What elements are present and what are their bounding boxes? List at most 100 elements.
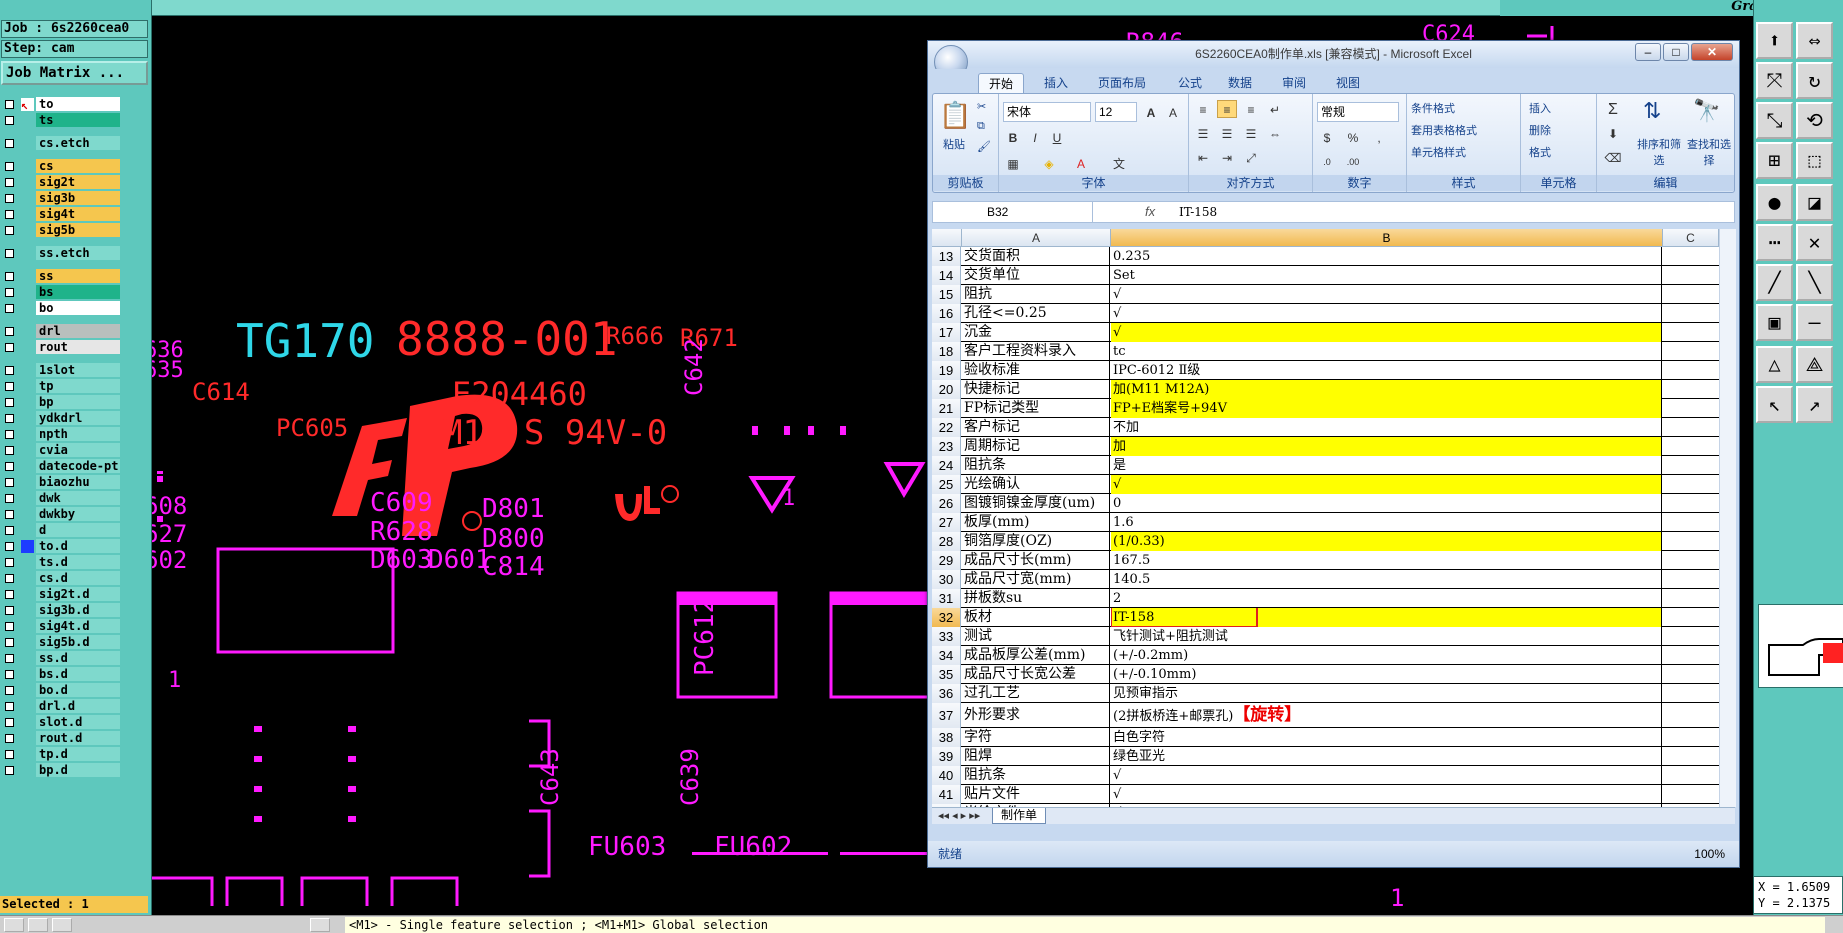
- sheet-tab[interactable]: 制作单: [992, 808, 1047, 824]
- layer-name[interactable]: npth: [36, 427, 120, 441]
- tool-button[interactable]: ⤧: [1756, 62, 1793, 99]
- toolbar-button-4[interactable]: [310, 918, 330, 932]
- cell-b[interactable]: 167.5: [1111, 551, 1662, 570]
- layer-row[interactable]: sig2t: [2, 175, 120, 190]
- layer-row[interactable]: npth: [2, 427, 120, 442]
- cell-c[interactable]: [1663, 665, 1719, 684]
- cell-b[interactable]: √: [1111, 785, 1662, 804]
- layer-checkbox[interactable]: [5, 526, 14, 535]
- sheet-nav-icon[interactable]: ◂◂ ◂ ▸ ▸▸: [938, 809, 980, 822]
- layer-row[interactable]: bo: [2, 301, 120, 316]
- layer-row[interactable]: ↖ to: [2, 97, 120, 112]
- layer-name[interactable]: sig2t: [36, 175, 120, 189]
- layer-name[interactable]: to.d: [36, 539, 120, 553]
- layer-name[interactable]: bo: [36, 301, 120, 315]
- row-number[interactable]: 41: [932, 785, 961, 804]
- formula-input[interactable]: IT-158: [1179, 202, 1217, 222]
- layer-name[interactable]: rout: [36, 340, 120, 354]
- layer-row[interactable]: sig4t.d: [2, 619, 120, 634]
- layer-row[interactable]: biaozhu: [2, 475, 120, 490]
- cell-b[interactable]: √: [1111, 475, 1662, 494]
- cell-b[interactable]: (+/-0.2mm): [1111, 646, 1662, 665]
- grow-font-icon[interactable]: A: [1141, 103, 1161, 121]
- increase-decimal-icon[interactable]: .0: [1317, 152, 1337, 170]
- layer-row[interactable]: drl.d: [2, 699, 120, 714]
- cell-a[interactable]: 字符: [962, 728, 1110, 747]
- format-button[interactable]: 格式: [1529, 144, 1551, 160]
- layer-name[interactable]: sig5b: [36, 223, 120, 237]
- increase-indent-icon[interactable]: ⇥: [1217, 148, 1237, 166]
- row-number[interactable]: 36: [932, 684, 961, 703]
- layer-row[interactable]: sig3b.d: [2, 603, 120, 618]
- cell-c[interactable]: [1663, 323, 1719, 342]
- layer-checkbox[interactable]: [5, 210, 14, 219]
- layer-name[interactable]: ss.etch: [36, 246, 120, 260]
- layer-name[interactable]: sig4t.d: [36, 619, 120, 633]
- cell-b[interactable]: 不加: [1111, 418, 1662, 437]
- clear-icon[interactable]: ⌫: [1603, 148, 1623, 166]
- cut-icon[interactable]: ✂: [977, 100, 986, 113]
- row-number[interactable]: 19: [932, 361, 961, 380]
- layer-row[interactable]: sig4t: [2, 207, 120, 222]
- italic-icon[interactable]: I: [1025, 128, 1045, 146]
- cell-a[interactable]: 成品板厚公差(mm): [962, 646, 1110, 665]
- percent-icon[interactable]: %: [1343, 128, 1363, 146]
- layer-checkbox[interactable]: [5, 382, 14, 391]
- layer-row[interactable]: rout.d: [2, 731, 120, 746]
- layer-row[interactable]: bp.d: [2, 763, 120, 778]
- layer-checkbox[interactable]: [5, 414, 14, 423]
- row-number[interactable]: 20: [932, 380, 961, 399]
- row-number[interactable]: 27: [932, 513, 961, 532]
- cell-c[interactable]: [1663, 266, 1719, 285]
- board-preview[interactable]: [1758, 604, 1843, 688]
- cell-a[interactable]: 外形要求: [962, 703, 1110, 728]
- cell-c[interactable]: [1663, 532, 1719, 551]
- row-number[interactable]: 17: [932, 323, 961, 342]
- maximize-icon[interactable]: □: [1663, 43, 1689, 61]
- row-number[interactable]: 18: [932, 342, 961, 361]
- close-icon[interactable]: ✕: [1691, 43, 1733, 61]
- layer-row[interactable]: sig5b: [2, 223, 120, 238]
- row-number[interactable]: 33: [932, 627, 961, 646]
- layer-checkbox[interactable]: [5, 686, 14, 695]
- cell-a[interactable]: 过孔工艺: [962, 684, 1110, 703]
- layer-name[interactable]: cs.etch: [36, 136, 120, 150]
- cell-a[interactable]: 阻焊: [962, 747, 1110, 766]
- copy-icon[interactable]: ⧉: [977, 120, 985, 133]
- align-bottom-icon[interactable]: ≡: [1241, 100, 1261, 118]
- row-number[interactable]: 40: [932, 766, 961, 785]
- sort-filter-icon[interactable]: ⇅: [1643, 98, 1661, 124]
- fx-icon[interactable]: fx: [1145, 202, 1155, 222]
- layer-checkbox[interactable]: [5, 366, 14, 375]
- layer-checkbox[interactable]: [5, 574, 14, 583]
- font-name-select[interactable]: 宋体: [1003, 102, 1091, 122]
- row-number[interactable]: 15: [932, 285, 961, 304]
- layer-row[interactable]: bo.d: [2, 683, 120, 698]
- decrease-decimal-icon[interactable]: .00: [1343, 152, 1363, 170]
- row-number[interactable]: 14: [932, 266, 961, 285]
- row-number[interactable]: 37: [932, 703, 961, 728]
- cell-a[interactable]: 阻抗条: [962, 766, 1110, 785]
- layer-name[interactable]: biaozhu: [36, 475, 120, 489]
- cell-c[interactable]: [1663, 494, 1719, 513]
- layer-row[interactable]: tp: [2, 379, 120, 394]
- layer-row[interactable]: d: [2, 523, 120, 538]
- bold-icon[interactable]: B: [1003, 128, 1023, 146]
- cell-c[interactable]: [1663, 646, 1719, 665]
- layer-row[interactable]: 1slot: [2, 363, 120, 378]
- cell-a[interactable]: 板材: [962, 608, 1110, 627]
- row-number[interactable]: 38: [932, 728, 961, 747]
- cell-b[interactable]: IPC-6012 Ⅱ级: [1111, 361, 1662, 380]
- layer-name[interactable]: drl: [36, 324, 120, 338]
- name-box[interactable]: B32: [933, 202, 1093, 222]
- layer-name[interactable]: bo.d: [36, 683, 120, 697]
- comma-icon[interactable]: ,: [1369, 128, 1389, 146]
- layer-row[interactable]: dwk: [2, 491, 120, 506]
- cell-c[interactable]: [1663, 589, 1719, 608]
- layer-checkbox[interactable]: [5, 510, 14, 519]
- row-number[interactable]: 29: [932, 551, 961, 570]
- layer-checkbox[interactable]: [5, 226, 14, 235]
- row-number[interactable]: 16: [932, 304, 961, 323]
- layer-name[interactable]: cs.d: [36, 571, 120, 585]
- layer-checkbox[interactable]: [5, 702, 14, 711]
